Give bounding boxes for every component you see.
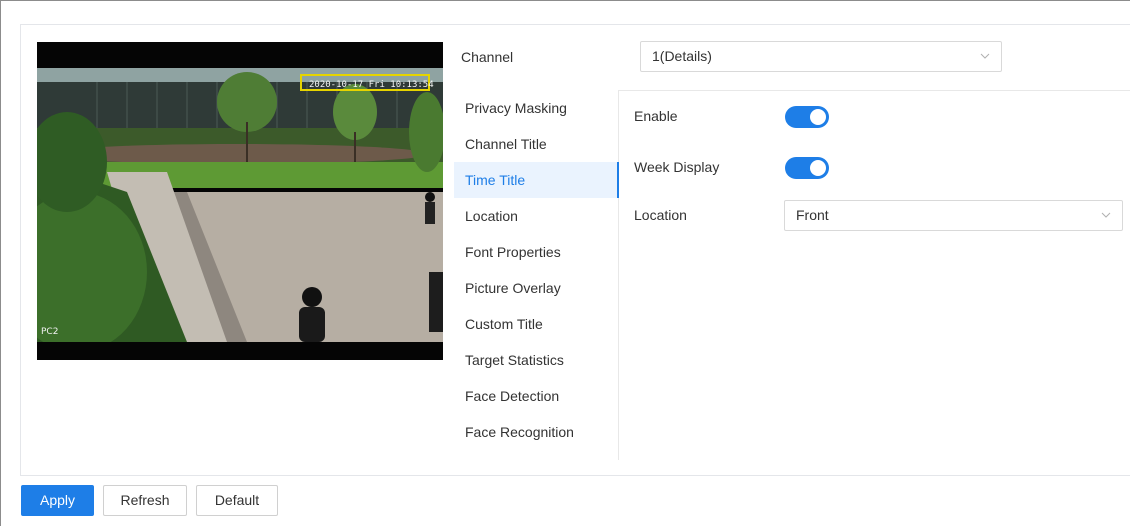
menu-item-custom-title[interactable]: Custom Title — [454, 306, 619, 342]
enable-label: Enable — [634, 108, 678, 124]
video-preview[interactable]: 2020-10-17 Fri 10:13:54 PC2 — [37, 42, 443, 360]
toggle-knob — [810, 160, 826, 176]
video-frame: 2020-10-17 Fri 10:13:54 PC2 — [37, 42, 443, 360]
week-display-label: Week Display — [634, 159, 720, 175]
osd-channel-text: PC2 — [41, 327, 58, 337]
chevron-down-icon — [1101, 212, 1111, 218]
menu-item-target-statistics[interactable]: Target Statistics — [454, 342, 619, 378]
settings-menu: Privacy Masking Channel Title Time Title… — [454, 90, 619, 450]
channel-label: Channel — [461, 49, 514, 65]
default-button[interactable]: Default — [196, 485, 278, 516]
refresh-button[interactable]: Refresh — [103, 485, 187, 516]
channel-select-value: 1(Details) — [652, 48, 712, 64]
menu-item-channel-title[interactable]: Channel Title — [454, 126, 619, 162]
chevron-down-icon — [980, 53, 990, 59]
apply-button[interactable]: Apply — [21, 485, 94, 516]
menu-item-privacy-masking[interactable]: Privacy Masking — [454, 90, 619, 126]
toggle-knob — [810, 109, 826, 125]
osd-time-text: 2020-10-17 Fri 10:13:54 — [309, 80, 434, 90]
menu-item-time-title[interactable]: Time Title — [454, 162, 619, 198]
channel-select[interactable]: 1(Details) — [640, 41, 1002, 72]
menu-item-face-detection[interactable]: Face Detection — [454, 378, 619, 414]
location-select[interactable]: Front — [784, 200, 1123, 231]
menu-item-font-properties[interactable]: Font Properties — [454, 234, 619, 270]
main-panel: 2020-10-17 Fri 10:13:54 PC2 Channel 1(De… — [20, 24, 1130, 476]
location-select-value: Front — [796, 207, 829, 223]
menu-item-picture-overlay[interactable]: Picture Overlay — [454, 270, 619, 306]
menu-item-location[interactable]: Location — [454, 198, 619, 234]
week-display-toggle[interactable] — [785, 157, 829, 179]
divider — [619, 90, 1130, 91]
location-label: Location — [634, 207, 687, 223]
enable-toggle[interactable] — [785, 106, 829, 128]
menu-item-face-recognition[interactable]: Face Recognition — [454, 414, 619, 450]
